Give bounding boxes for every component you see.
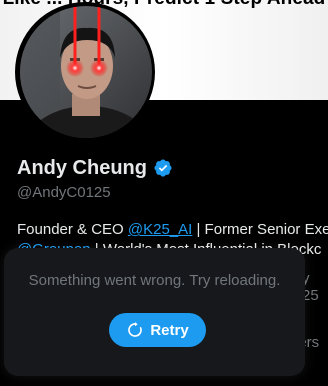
retry-button[interactable]: Retry [109, 313, 206, 347]
avatar-photo [20, 6, 152, 138]
profile-handle: @AndyC0125 [17, 184, 111, 201]
avatar[interactable] [20, 6, 152, 138]
profile-name: Andy Cheung [17, 156, 147, 179]
retry-label: Retry [150, 321, 189, 339]
verified-badge-icon[interactable] [153, 158, 173, 178]
bio-text: | Former Senior Exec [192, 221, 328, 238]
bio-text: Founder & CEO [17, 221, 128, 238]
error-message: Something went wrong. Try reloading. [28, 272, 281, 289]
faded-text: y 25 [302, 270, 319, 304]
banner-text: Like ... Hours, Predict 1 Step Ahead [0, 0, 328, 10]
error-dialog: Something went wrong. Try reloading. Ret… [4, 248, 305, 376]
bio-link-k25[interactable]: @K25_AI [128, 221, 192, 238]
refresh-icon [128, 322, 143, 337]
profile-info: Andy Cheung @AndyC0125 Founder & CEO @K2… [17, 154, 328, 260]
